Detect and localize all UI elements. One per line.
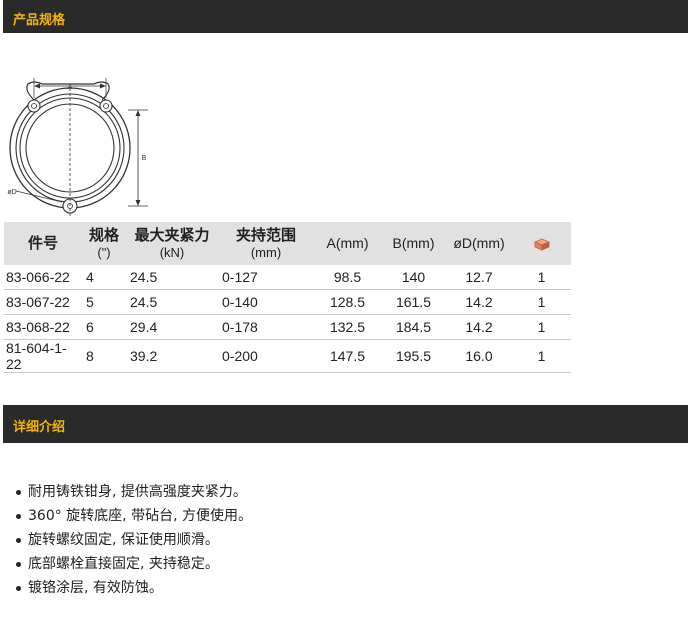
size-cell: 8 <box>82 339 126 373</box>
col-clamping-range: 夹持范围 (mm) <box>218 222 314 265</box>
range-cell: 0-178 <box>218 314 314 340</box>
part-no-cell: 83-068-22 <box>4 314 82 340</box>
dim-a-cell: 128.5 <box>314 289 381 315</box>
pack-qty-cell: 1 <box>512 314 571 340</box>
spec-section-title: 产品规格 <box>13 13 66 28</box>
dimension-b-label: B <box>142 155 147 162</box>
table-row: 83-068-22 6 29.4 0-178 132.5 184.5 14.2 1 <box>4 314 571 340</box>
table-row: 81-604-1-22 8 39.2 0-200 147.5 195.5 16.0 1 <box>4 339 571 373</box>
dim-b-cell: 184.5 <box>381 314 446 340</box>
part-no-cell: 83-066-22 <box>4 265 82 290</box>
dim-d-cell: 12.7 <box>446 265 512 290</box>
size-cell: 6 <box>82 314 126 340</box>
col-size: 规格 (") <box>82 222 126 265</box>
feature-item: 镀铬涂层, 有效防蚀。 <box>14 576 252 600</box>
dim-a-cell: 98.5 <box>314 265 381 290</box>
dimension-d-label: øD <box>7 189 16 196</box>
feature-list: 耐用铸铁钳身, 提供高强度夹紧力。 360° 旋转底座, 带砧台, 方便使用。 旋转… <box>14 480 252 600</box>
col-dim-d: øD(mm) <box>446 222 512 265</box>
size-cell: 4 <box>82 265 126 290</box>
col-dim-a: A(mm) <box>314 222 381 265</box>
pack-qty-cell: 1 <box>512 339 571 373</box>
feature-item: 旋转螺纹固定, 保证使用顺滑。 <box>14 528 252 552</box>
part-no-cell: 83-067-22 <box>4 289 82 315</box>
base-dimension-diagram: A B øD <box>7 78 148 218</box>
size-cell: 5 <box>82 289 126 315</box>
box-icon <box>533 238 550 251</box>
part-no-cell: 81-604-1-22 <box>4 339 82 373</box>
range-cell: 0-127 <box>218 265 314 290</box>
dim-b-cell: 140 <box>381 265 446 290</box>
feature-item: 耐用铸铁钳身, 提供高强度夹紧力。 <box>14 480 252 504</box>
table-header-row: 件号 规格 (") 最大夹紧力 (kN) 夹持范围 (mm) A(mm) B(mm) … <box>4 222 571 265</box>
range-cell: 0-200 <box>218 339 314 373</box>
force-cell: 24.5 <box>126 289 218 315</box>
table-row: 83-067-22 5 24.5 0-140 128.5 161.5 14.2 1 <box>4 289 571 315</box>
dim-a-cell: 132.5 <box>314 314 381 340</box>
detail-section-title: 详细介绍 <box>13 420 66 435</box>
col-pack-qty <box>512 222 571 265</box>
dim-d-cell: 14.2 <box>446 314 512 340</box>
force-cell: 39.2 <box>126 339 218 373</box>
pack-qty-cell: 1 <box>512 289 571 315</box>
force-cell: 24.5 <box>126 265 218 290</box>
range-cell: 0-140 <box>218 289 314 315</box>
spec-table: 件号 规格 (") 最大夹紧力 (kN) 夹持范围 (mm) A(mm) B(mm) … <box>4 222 571 373</box>
col-dim-b: B(mm) <box>381 222 446 265</box>
feature-item: 底部螺栓直接固定, 夹持稳定。 <box>14 552 252 576</box>
col-clamping-force: 最大夹紧力 (kN) <box>126 222 218 265</box>
col-part-no: 件号 <box>4 222 82 265</box>
table-row: 83-066-22 4 24.5 0-127 98.5 140 12.7 1 <box>4 265 571 290</box>
dim-b-cell: 195.5 <box>381 339 446 373</box>
dim-b-cell: 161.5 <box>381 289 446 315</box>
feature-item: 360° 旋转底座, 带砧台, 方便使用。 <box>14 504 252 528</box>
dim-d-cell: 14.2 <box>446 289 512 315</box>
dim-d-cell: 16.0 <box>446 339 512 373</box>
force-cell: 29.4 <box>126 314 218 340</box>
spec-section-header: 产品规格 <box>3 0 688 33</box>
pack-qty-cell: 1 <box>512 265 571 290</box>
dim-a-cell: 147.5 <box>314 339 381 373</box>
detail-section-header: 详细介绍 <box>3 405 688 443</box>
dimension-a-label: A <box>68 84 73 91</box>
